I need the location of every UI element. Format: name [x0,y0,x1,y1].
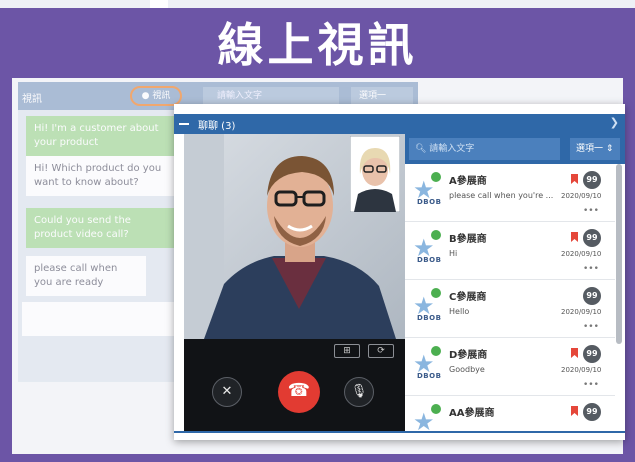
more-icon[interactable]: ••• [583,206,599,216]
scrollbar[interactable] [616,164,622,344]
more-icon[interactable]: ••• [583,380,599,390]
contact-name: AA參展商 [449,408,495,419]
bookmark-icon[interactable] [571,232,578,242]
contact-search-input[interactable]: 🔍︎ 請輸入文字 [409,138,560,160]
list-item[interactable]: ★ DBOB B參展商 Hi 99 2020/09/10 ••• [405,222,615,280]
list-item[interactable]: ★ DBOB D參展商 Goodbye 99 2020/09/10 ••• [405,338,615,396]
contact-list: 🔍︎ 請輸入文字 選項一 ⇕ ★ DBOB A參展商 please call wh… [405,134,625,431]
unread-badge: 99 [583,229,601,247]
contact-select[interactable]: 選項一 ⇕ [570,138,620,160]
background-search-input[interactable]: 請輸入文字 [203,87,339,105]
window-bottom-border [174,431,625,433]
more-icon[interactable]: ••• [583,322,599,332]
online-status-icon [431,346,441,356]
video-feed [184,134,405,339]
search-placeholder: 請輸入文字 [429,144,475,154]
online-status-icon [431,172,441,182]
unread-badge: 99 [583,171,601,189]
bookmark-icon[interactable] [571,406,578,416]
minimize-icon[interactable] [179,123,189,125]
message-date: 2020/09/10 [561,366,602,374]
call-controls: ⊞ ⟳ ✕ ☎ 🎙 [184,339,405,431]
window-title: 聊聊 (3) [198,121,236,132]
chat-message: Could you send the product video call? [26,208,176,248]
chat-window: 聊聊 (3) ❯ ⊞ ⟳ ✕ ☎ 🎙 🔍︎ 請輸入文字 選項一 ⇕ ★ DBOB… [174,104,625,440]
chat-message: Hi! I'm a customer about your product [26,116,176,156]
list-toolbar: 🔍︎ 請輸入文字 選項一 ⇕ [405,134,625,164]
list-item[interactable]: ★ DBOB A參展商 please call when you're ... 9… [405,164,615,222]
online-status-icon [431,404,441,414]
unread-badge: 99 [583,403,601,421]
screen-icon[interactable]: ⊞ [334,344,360,358]
background-header-label: 視訊 [22,94,42,105]
camera-off-button[interactable]: ✕ [212,377,242,407]
background-select[interactable]: 選項一 [351,87,413,105]
last-message: Hello [449,307,470,316]
list-item[interactable]: ★DBOB AA參展商 99 [405,396,615,431]
exhibitor-logo-icon: ★DBOB [413,176,442,206]
contact-name: A參展商 [449,176,487,187]
message-date: 2020/09/10 [561,250,602,258]
contact-name: D參展商 [449,350,488,361]
exhibitor-logo-icon: ★DBOB [413,350,442,380]
list-item[interactable]: ★ DBOB C參展商 Hello 99 2020/09/10 ••• [405,280,615,338]
message-input[interactable] [22,302,182,336]
unread-badge: 99 [583,345,601,363]
more-icon[interactable]: ••• [583,264,599,274]
contact-name: B參展商 [449,234,487,245]
banner-title: 線上視訊 [217,18,418,72]
exhibitor-logo-icon: ★DBOB [413,292,442,322]
self-video [350,136,400,212]
exhibitor-logo-icon: ★DBOB [413,234,442,264]
collapse-icon[interactable]: ❯ [610,116,619,129]
stage: 線上視訊 視訊 ● 視訊 請輸入文字 選項一 Hi! I'm a custome… [0,0,635,462]
mute-button[interactable]: 🎙 [344,377,374,407]
chat-message: please call when you are ready [26,256,146,296]
message-date: 2020/09/10 [561,308,602,316]
message-date: 2020/09/10 [561,192,602,200]
window-header: 聊聊 (3) ❯ [174,114,625,134]
unread-badge: 99 [583,287,601,305]
end-call-button[interactable]: ☎ [278,371,320,413]
online-status-icon [431,230,441,240]
chat-message: Hi! Which product do you want to know ab… [26,156,176,196]
contact-name: C參展商 [449,292,487,303]
bookmark-icon[interactable] [571,174,578,184]
switch-camera-icon[interactable]: ⟳ [368,344,394,358]
last-message: Goodbye [449,365,485,374]
last-message: please call when you're ... [449,191,554,200]
bookmark-icon[interactable] [571,348,578,358]
online-status-icon [431,288,441,298]
video-call-button[interactable]: ● 視訊 [130,86,182,106]
last-message: Hi [449,249,458,258]
select-label: 選項一 [576,144,604,154]
